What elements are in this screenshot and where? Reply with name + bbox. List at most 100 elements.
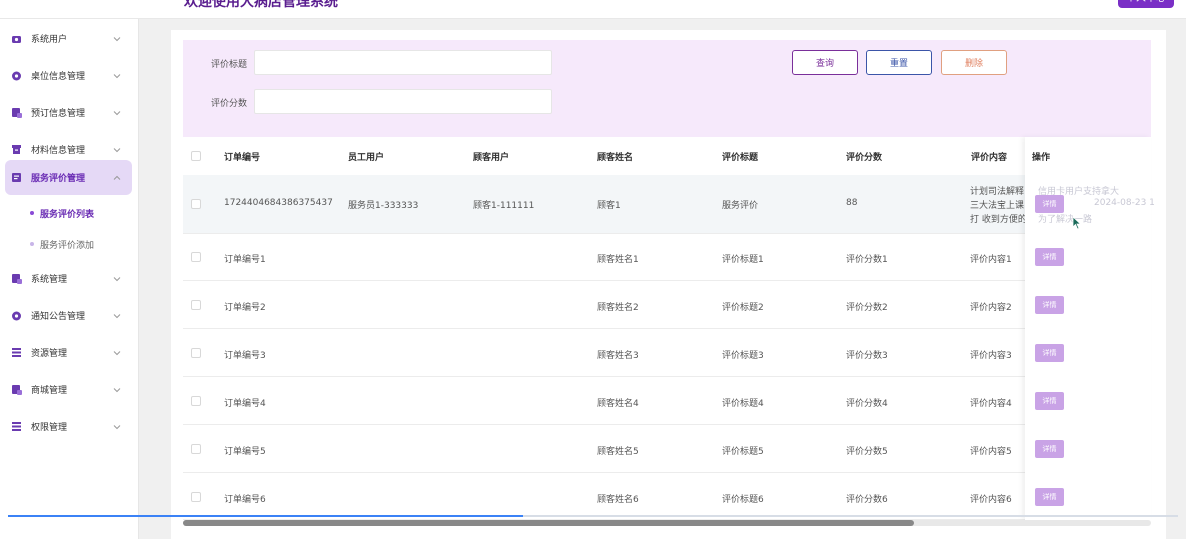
detail-button[interactable]: 详情 [1035,195,1064,213]
sidebar-item-label: 系统管理 [31,275,68,285]
sidebar-item-label: 权限管理 [31,423,68,433]
row-checkbox[interactable] [191,396,201,406]
table-row[interactable]: 订单编号1 顾客姓名1 评价标题1 评价分数1 评价内容1 [183,234,1151,281]
sidebar-item-resource[interactable]: 资源管理 [5,335,132,370]
cell-title: 服务评价 [722,201,759,211]
detail-button[interactable]: 详情 [1035,344,1064,362]
review-title-label: 评价标题 [211,60,248,70]
row-checkbox[interactable] [191,300,201,310]
table-row[interactable]: 订单编号6 顾客姓名6 评价标题6 评价分数6 评价内容6 [183,473,1151,520]
sidebar-item-system-users[interactable]: 系统用户 [5,21,132,56]
cell-score: 88 [846,198,858,208]
cell-customer-name: 顾客姓名1 [597,255,639,265]
cell-content: 评价内容6 [970,495,1012,505]
app-title: 欢迎使用大病店管理系统 [184,0,338,10]
sidebar-item-label: 服务评价管理 [31,174,86,184]
sidebar-item-table-info[interactable]: 桌位信息管理 [5,58,132,93]
cell-order-no: 订单编号1 [224,255,266,265]
review-title-input[interactable] [254,50,552,75]
column-header: 顾客姓名 [597,153,634,163]
detail-button[interactable]: 详情 [1035,440,1064,458]
sidebar-item-notice[interactable]: 通知公告管理 [5,298,132,333]
bullet-dot-icon [30,242,34,246]
detail-button[interactable]: 详情 [1035,392,1064,410]
cell-customer-name: 顾客姓名6 [597,495,639,505]
resource-icon [10,347,22,359]
column-header-actions: 操作 [1032,153,1051,163]
cell-title: 评价标题2 [722,303,764,313]
cell-order-no: 订单编号5 [224,447,266,457]
table-row[interactable]: 订单编号4 顾客姓名4 评价标题4 评价分数4 评价内容4 [183,377,1151,425]
cell-staff: 服务员1-333333 [348,201,419,211]
cell-score: 评价分数6 [846,495,888,505]
sidebar-item-booking-info[interactable]: 预订信息管理 [5,95,132,130]
settings-icon [10,273,22,285]
cell-score: 评价分数2 [846,303,888,313]
mouse-cursor-icon [1072,215,1082,234]
cell-customer-name: 顾客姓名4 [597,399,639,409]
horizontal-scrollbar-thumb[interactable] [183,520,914,526]
reset-button[interactable]: 重置 [866,50,932,75]
detail-button[interactable]: 详情 [1035,248,1064,266]
subitem-label: 服务评价添加 [40,240,95,251]
row-checkbox[interactable] [191,492,201,502]
chevron-down-icon [112,385,122,395]
calendar-icon [10,107,22,119]
table-row[interactable]: 订单编号5 顾客姓名5 评价标题5 评价分数5 评价内容5 [183,425,1151,473]
sidebar-item-label: 桌位信息管理 [31,72,86,82]
delete-button[interactable]: 删除 [941,50,1007,75]
detail-button[interactable]: 详情 [1035,488,1064,506]
cell-order-no: 订单编号2 [224,303,266,313]
cell-title: 评价标题3 [722,351,764,361]
cell-title: 评价标题5 [722,447,764,457]
sidebar: 系统用户 桌位信息管理 预订信息管理 材料信息管理 服务评价管理 服务评价列表 … [0,19,139,539]
sidebar-item-label: 系统用户 [31,35,68,45]
cell-content: 评价内容1 [970,255,1012,265]
cell-content: 评价内容5 [970,447,1012,457]
row-checkbox[interactable] [191,199,201,209]
sidebar-item-permission[interactable]: 权限管理 [5,409,132,444]
cell-content: 评价内容2 [970,303,1012,313]
sidebar-item-service-review[interactable]: 服务评价管理 [5,160,132,195]
review-score-input[interactable] [254,89,552,114]
cell-title: 评价标题4 [722,399,764,409]
table-header: 订单编号 员工用户 顾客用户 顾客姓名 评价标题 评价分数 评价内容 [183,137,1151,175]
chevron-down-icon [112,71,122,81]
cell-customer-name: 顾客姓名5 [597,447,639,457]
cell-content-line: 三大法宝上课 [970,201,1025,211]
table-row[interactable]: 订单编号2 顾客姓名2 评价标题2 评价分数2 评价内容2 [183,281,1151,329]
row-checkbox[interactable] [191,252,201,262]
sidebar-item-shop[interactable]: 商城管理 [5,372,132,407]
row-checkbox[interactable] [191,444,201,454]
sidebar-item-system-management[interactable]: 系统管理 [5,261,132,296]
shop-icon [10,384,22,396]
sidebar-subitem-review-list[interactable]: 服务评价列表 [30,205,94,221]
detail-button[interactable]: 详情 [1035,296,1064,314]
sidebar-subitem-review-add[interactable]: 服务评价添加 [30,236,94,252]
cell-content: 评价内容4 [970,399,1012,409]
select-all-checkbox[interactable] [191,151,201,161]
user-badge[interactable]: 个人中心 [1118,0,1174,8]
cell-customer-name: 顾客姓名2 [597,303,639,313]
hidden-cell-date: 2024-08-23 1 [1094,198,1155,208]
sidebar-item-label: 通知公告管理 [31,312,86,322]
column-header: 评价分数 [846,153,883,163]
cell-score: 评价分数4 [846,399,888,409]
sidebar-item-label: 预订信息管理 [31,109,86,119]
cell-content: 评价内容3 [970,351,1012,361]
users-icon [10,33,22,45]
bullet-dot-icon [30,211,34,215]
column-header: 员工用户 [348,153,385,163]
chevron-up-icon [112,173,122,183]
cell-score: 评价分数3 [846,351,888,361]
cell-order-no: 订单编号4 [224,399,266,409]
table-row[interactable]: 订单编号3 顾客姓名3 评价标题3 评价分数3 评价内容3 [183,329,1151,377]
cell-title: 评价标题1 [722,255,764,265]
chevron-down-icon [112,34,122,44]
cell-customer-user: 顾客1-111111 [473,201,535,211]
column-header: 评价标题 [722,153,759,163]
row-checkbox[interactable] [191,348,201,358]
sidebar-item-label: 材料信息管理 [31,146,86,156]
cell-order-no: 订单编号3 [224,351,266,361]
query-button[interactable]: 查询 [792,50,858,75]
